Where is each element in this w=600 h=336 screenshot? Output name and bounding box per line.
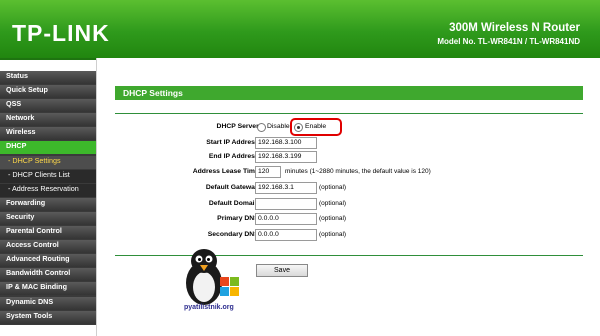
dhcp-server-label: DHCP Server: xyxy=(216,123,261,130)
disable-radio[interactable] xyxy=(257,123,266,132)
domain-row: Default Domain: (optional) xyxy=(97,198,600,210)
sidebar-item-dhcp-clients-list[interactable]: - DHCP Clients List xyxy=(0,169,96,183)
gateway-row: Default Gateway: 192.168.3.1 (optional) xyxy=(97,182,600,194)
end-ip-row: End IP Address: 192.168.3.199 xyxy=(97,151,600,163)
domain-hint: (optional) xyxy=(319,200,347,207)
start-ip-input[interactable]: 192.168.3.100 xyxy=(255,137,317,149)
section-title: DHCP Settings xyxy=(115,86,583,100)
domain-label: Default Domain: xyxy=(208,200,261,207)
sidebar-item-wireless[interactable]: Wireless xyxy=(0,127,96,141)
primary-dns-hint: (optional) xyxy=(319,215,347,222)
penguin-mascot-icon xyxy=(186,249,239,305)
enable-highlight-box xyxy=(290,118,342,136)
sidebar-item-status[interactable]: Status xyxy=(0,71,96,84)
secondary-dns-row: Secondary DNS: 0.0.0.0 (optional) xyxy=(97,229,600,241)
tp-link-logo: TP-LINK xyxy=(12,20,110,46)
sidebar-item-quick-setup[interactable]: Quick Setup xyxy=(0,85,96,99)
watermark-text: pyatilistnik.org xyxy=(184,304,234,311)
sidebar-item-system-tools[interactable]: System Tools xyxy=(0,310,96,324)
lease-time-label: Address Lease Time: xyxy=(192,168,261,175)
model-title: 300M Wireless N Router xyxy=(449,22,580,34)
model-number: Model No. TL-WR841N / TL-WR841ND xyxy=(437,37,580,46)
main-content: DHCP Settings DHCP Server: Disable Enabl… xyxy=(96,58,600,336)
sidebar-item-security[interactable]: Security xyxy=(0,211,96,225)
header-banner: TP-LINK 300M Wireless N Router Model No.… xyxy=(0,0,600,60)
sidebar-item-dhcp-settings[interactable]: - DHCP Settings xyxy=(0,155,96,169)
sidebar-item-dhcp[interactable]: DHCP xyxy=(0,141,96,155)
sidebar-item-bandwidth-control[interactable]: Bandwidth Control xyxy=(0,268,96,282)
sidebar-item-qss[interactable]: QSS xyxy=(0,99,96,113)
sidebar-item-advanced-routing[interactable]: Advanced Routing xyxy=(0,254,96,268)
secondary-dns-input[interactable]: 0.0.0.0 xyxy=(255,229,317,241)
save-button[interactable]: Save xyxy=(256,264,308,277)
dhcp-server-row: DHCP Server: Disable Enable xyxy=(97,121,600,133)
sidebar-menu: Status Quick Setup QSS Network Wireless … xyxy=(0,71,96,325)
secondary-dns-label: Secondary DNS: xyxy=(207,231,261,238)
gateway-hint: (optional) xyxy=(319,184,347,191)
end-ip-label: End IP Address: xyxy=(208,153,261,160)
end-ip-input[interactable]: 192.168.3.199 xyxy=(255,151,317,163)
gateway-label: Default Gateway: xyxy=(205,184,261,191)
divider-top xyxy=(115,113,583,114)
sidebar-item-dynamic-dns[interactable]: Dynamic DNS xyxy=(0,296,96,310)
gateway-input[interactable]: 192.168.3.1 xyxy=(255,182,317,194)
sidebar-item-parental-control[interactable]: Parental Control xyxy=(0,226,96,240)
sidebar-item-ip-mac-binding[interactable]: IP & MAC Binding xyxy=(0,282,96,296)
disable-radio-label: Disable xyxy=(267,123,290,130)
domain-input[interactable] xyxy=(255,198,317,210)
lease-time-hint: minutes (1~2880 minutes, the default val… xyxy=(285,168,431,175)
start-ip-row: Start IP Address: 192.168.3.100 xyxy=(97,137,600,149)
lease-time-input[interactable]: 120 xyxy=(255,166,281,178)
primary-dns-row: Primary DNS: 0.0.0.0 (optional) xyxy=(97,213,600,225)
secondary-dns-hint: (optional) xyxy=(319,231,347,238)
start-ip-label: Start IP Address: xyxy=(206,139,261,146)
lease-time-row: Address Lease Time: 120 minutes (1~2880 … xyxy=(97,166,600,178)
sidebar-item-address-reservation[interactable]: - Address Reservation xyxy=(0,183,96,197)
primary-dns-input[interactable]: 0.0.0.0 xyxy=(255,213,317,225)
sidebar-item-access-control[interactable]: Access Control xyxy=(0,240,96,254)
sidebar-item-network[interactable]: Network xyxy=(0,113,96,127)
sidebar-item-forwarding[interactable]: Forwarding xyxy=(0,197,96,211)
